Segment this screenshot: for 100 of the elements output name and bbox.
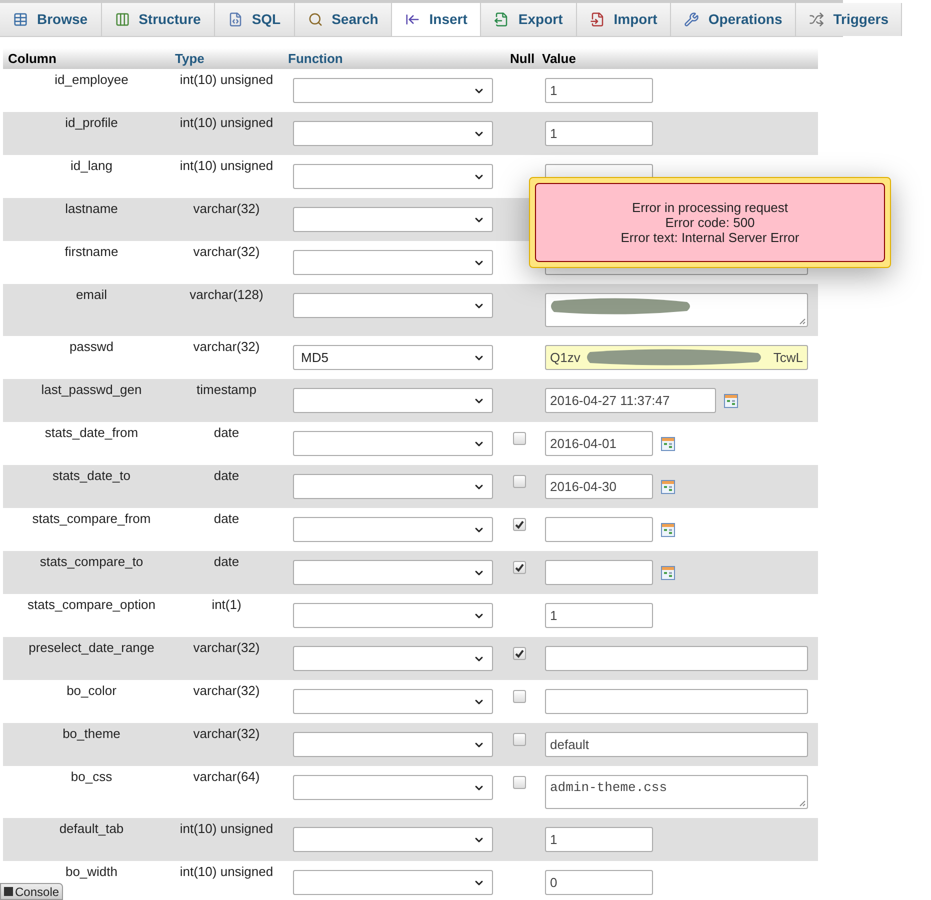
text-area[interactable]: admin-theme.css xyxy=(545,775,808,809)
column-type: varchar(32) xyxy=(193,639,260,657)
table-icon xyxy=(13,12,28,27)
function-select[interactable] xyxy=(293,560,493,585)
function-select[interactable] xyxy=(293,388,493,413)
null-checkbox[interactable] xyxy=(513,432,526,445)
column-name: last_passwd_gen xyxy=(41,381,142,399)
column-type: date xyxy=(214,467,240,485)
input-field[interactable]: 0 xyxy=(545,870,653,895)
input-field[interactable] xyxy=(545,646,808,671)
calendar-icon[interactable] xyxy=(661,480,675,494)
date-field[interactable]: 2016-04-27 11:37:47 xyxy=(545,388,716,413)
column-type: varchar(32) xyxy=(193,725,260,743)
column-type: timestamp xyxy=(196,381,256,399)
column-name: default_tab xyxy=(59,820,124,838)
function-select[interactable] xyxy=(293,121,493,146)
function-select[interactable] xyxy=(293,250,493,275)
wrench-icon xyxy=(684,12,700,27)
shuffle-icon xyxy=(809,12,824,27)
tab[interactable]: Insert xyxy=(392,3,482,36)
date-field[interactable] xyxy=(545,517,653,542)
date-field[interactable]: 2016-04-30 xyxy=(545,474,653,499)
column-type: date xyxy=(214,510,240,528)
column-header: Null xyxy=(509,50,536,68)
column-type: varchar(32) xyxy=(193,682,260,700)
function-select[interactable] xyxy=(293,293,493,318)
function-select[interactable] xyxy=(293,431,493,456)
function-select[interactable] xyxy=(293,517,493,542)
column-header: Value xyxy=(541,50,577,68)
function-select[interactable] xyxy=(293,207,493,232)
calendar-icon[interactable] xyxy=(661,437,675,451)
resize-handle-icon[interactable] xyxy=(799,318,806,325)
password-field[interactable]: Q1zv TcwL xyxy=(545,345,808,370)
column-header: Column xyxy=(7,50,58,68)
column-name: stats_date_from xyxy=(44,424,138,442)
insert-icon xyxy=(405,12,420,27)
column-type: int(1) xyxy=(212,596,242,614)
column-header[interactable]: Function xyxy=(283,48,505,68)
function-select[interactable] xyxy=(293,603,493,628)
text-area[interactable] xyxy=(545,293,808,327)
column-name: bo_color xyxy=(66,682,116,700)
column-name: firstname xyxy=(64,243,118,261)
export-icon xyxy=(494,12,510,27)
column-type: varchar(64) xyxy=(193,768,260,786)
column-name: stats_date_to xyxy=(52,467,131,485)
column-type: int(10) unsigned xyxy=(180,114,274,132)
date-field[interactable] xyxy=(545,560,653,585)
column-type: varchar(32) xyxy=(193,200,260,218)
column-name: preselect_date_range xyxy=(28,639,154,657)
column-type: varchar(128) xyxy=(190,286,264,304)
column-name: id_lang xyxy=(70,157,112,175)
column-header[interactable]: Type xyxy=(170,48,283,68)
console-button[interactable]: Console xyxy=(0,883,64,900)
calendar-icon[interactable] xyxy=(661,523,675,537)
null-checkbox[interactable] xyxy=(513,518,526,531)
function-select[interactable] xyxy=(293,870,493,895)
function-select[interactable] xyxy=(293,827,493,852)
function-select[interactable]: MD5 xyxy=(293,345,493,370)
input-field[interactable]: 1 xyxy=(545,121,653,146)
input-field[interactable]: default xyxy=(545,732,808,757)
input-field[interactable]: 1 xyxy=(545,827,653,852)
function-select[interactable] xyxy=(293,646,493,671)
function-select[interactable] xyxy=(293,164,493,189)
input-field[interactable] xyxy=(545,689,808,714)
null-checkbox[interactable] xyxy=(513,776,526,789)
column-name: stats_compare_to xyxy=(40,553,144,571)
function-select[interactable] xyxy=(293,732,493,757)
input-field[interactable]: 1 xyxy=(545,603,653,628)
column-name: bo_theme xyxy=(62,725,120,743)
calendar-icon[interactable] xyxy=(661,566,675,580)
date-field[interactable]: 2016-04-01 xyxy=(545,431,653,456)
column-name: id_profile xyxy=(65,114,118,132)
function-select[interactable] xyxy=(293,689,493,714)
column-type: int(10) unsigned xyxy=(180,820,274,838)
column-name: passwd xyxy=(69,338,114,356)
error-message: Error code: 500 xyxy=(665,215,755,230)
column-name: email xyxy=(76,286,108,304)
columns-icon xyxy=(114,12,130,27)
function-select[interactable] xyxy=(293,474,493,499)
column-type: int(10) unsigned xyxy=(180,863,274,881)
error-message: Error text: Internal Server Error xyxy=(620,230,800,245)
column-type: int(10) unsigned xyxy=(180,71,274,89)
function-select[interactable] xyxy=(293,775,493,800)
null-checkbox[interactable] xyxy=(513,561,526,574)
null-checkbox[interactable] xyxy=(513,733,526,746)
calendar-icon[interactable] xyxy=(724,394,738,408)
resize-handle-icon[interactable] xyxy=(799,800,806,807)
input-field[interactable]: 1 xyxy=(545,78,653,103)
column-name: bo_width xyxy=(65,863,118,881)
null-checkbox[interactable] xyxy=(513,647,526,660)
import-icon xyxy=(590,12,605,27)
null-checkbox[interactable] xyxy=(513,475,526,488)
error-message: Error in processing request xyxy=(632,200,788,215)
column-name: stats_compare_option xyxy=(28,596,156,614)
null-checkbox[interactable] xyxy=(513,690,526,703)
column-name: lastname xyxy=(65,200,118,218)
document-icon xyxy=(228,12,243,27)
column-type: date xyxy=(214,553,240,571)
function-select[interactable] xyxy=(293,78,493,103)
column-name: stats_compare_from xyxy=(32,510,151,528)
